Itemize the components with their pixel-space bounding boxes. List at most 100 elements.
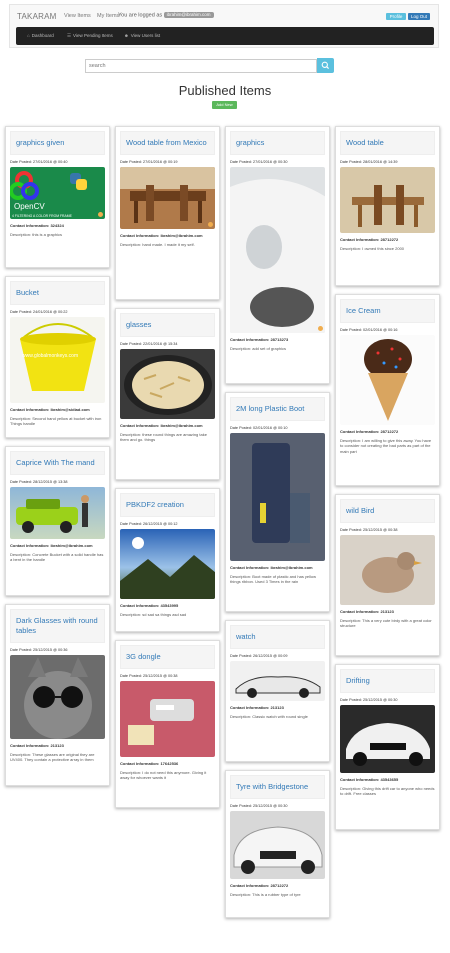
item-image[interactable] xyxy=(120,349,215,419)
item-title[interactable]: Wood table from Mexico xyxy=(126,138,207,147)
cat-glasses-picture xyxy=(24,657,92,739)
car-closeup-picture xyxy=(230,179,325,333)
item-title-box: Drifting xyxy=(340,669,435,693)
item-title[interactable]: 3G dongle xyxy=(126,652,161,661)
item-title-box: Ice Cream xyxy=(340,299,435,323)
item-date: Date Posted: 25/12/2015 @ 00:30 xyxy=(340,698,398,702)
item-contact: Contact Information: 213123 xyxy=(230,705,284,710)
zoom-badge-icon[interactable] xyxy=(208,222,213,227)
item-description: Description: these round things are amaz… xyxy=(120,431,207,443)
zoom-badge-icon[interactable] xyxy=(318,326,323,331)
item-card[interactable]: watch Date Posted: 26/12/2015 @ 00:09 Co… xyxy=(225,620,330,762)
subnav-users-list[interactable]: ☻ View Users list xyxy=(124,33,160,38)
item-title[interactable]: wild Bird xyxy=(346,506,374,515)
item-contact: Contact Information: 324324 xyxy=(10,223,64,228)
item-contact: Contact Information: 17642536 xyxy=(120,761,179,766)
item-image[interactable] xyxy=(340,167,435,233)
item-contact: Contact Information: 28712272 xyxy=(340,429,399,434)
profile-button[interactable]: Profile xyxy=(386,13,406,20)
items-column-3: graphics Date Posted: 27/01/2016 @ 00:30… xyxy=(225,126,330,926)
item-title[interactable]: Wood table xyxy=(346,138,384,147)
item-title[interactable]: PBKDF2 creation xyxy=(126,500,184,509)
item-image[interactable] xyxy=(10,487,105,539)
subnav-dashboard[interactable]: ⌂ Dashboard xyxy=(27,33,54,38)
item-image[interactable] xyxy=(230,167,325,333)
item-title[interactable]: Dark Glasses with round tables xyxy=(16,616,98,635)
list-icon: ☰ xyxy=(67,33,72,38)
item-title[interactable]: graphics given xyxy=(16,138,64,147)
item-title[interactable]: 2M long Plastic Boot xyxy=(236,404,304,413)
item-card[interactable]: Tyre with Bridgestone Date Posted: 25/12… xyxy=(225,770,330,918)
item-image[interactable] xyxy=(340,705,435,773)
item-date: Date Posted: 27/01/2016 @ 00:40 xyxy=(10,160,68,164)
item-card[interactable]: graphics given Date Posted: 27/01/2016 @… xyxy=(5,126,110,268)
nav-view-items[interactable]: View Items xyxy=(64,13,91,19)
drift-car-picture xyxy=(346,723,430,766)
pasta-picture xyxy=(124,355,212,415)
item-image[interactable] xyxy=(340,535,435,605)
item-image[interactable] xyxy=(230,811,325,879)
top-navbar: TAKARAM View Items My Items You are logg… xyxy=(9,4,439,48)
item-title[interactable]: Drifting xyxy=(346,676,370,685)
item-description: Description: These glasses are original … xyxy=(10,751,95,763)
item-description: Description: Second hand yellow at bucke… xyxy=(10,415,102,427)
item-image[interactable] xyxy=(120,167,215,229)
item-card[interactable]: Dark Glasses with round tables Date Post… xyxy=(5,604,110,786)
item-card[interactable]: PBKDF2 creation Date Posted: 26/12/2015 … xyxy=(115,488,220,632)
item-contact: Contact Information: 43543655 xyxy=(340,777,399,782)
item-title-box: glasses xyxy=(120,313,215,337)
search-input[interactable] xyxy=(85,59,317,73)
item-card[interactable]: Wood table Date Posted: 28/01/2016 @ 14:… xyxy=(335,126,440,286)
zoom-badge-icon[interactable] xyxy=(98,212,103,217)
item-card[interactable]: Drifting Date Posted: 25/12/2015 @ 00:30… xyxy=(335,664,440,830)
item-image[interactable]: www.globalmonkeys.com xyxy=(10,317,105,403)
item-contact: Contact Information: ibrahim@ibrahim.com xyxy=(120,233,203,238)
item-title[interactable]: glasses xyxy=(126,320,151,329)
search-button[interactable] xyxy=(317,58,334,73)
item-card[interactable]: 2M long Plastic Boot Date Posted: 02/01/… xyxy=(225,392,330,612)
item-image[interactable] xyxy=(230,433,325,561)
item-title-box: 2M long Plastic Boot xyxy=(230,397,325,421)
dashboard-icon: ⌂ xyxy=(27,33,30,38)
item-contact: Contact Information: ibrahim@ibrahim.com xyxy=(10,543,93,548)
item-title[interactable]: Bucket xyxy=(16,288,39,297)
item-card[interactable]: graphics Date Posted: 27/01/2016 @ 00:30… xyxy=(225,126,330,384)
item-date: Date Posted: 25/12/2015 @ 00:38 xyxy=(120,674,178,678)
item-contact: Contact Information: 213123 xyxy=(10,743,64,748)
item-image[interactable]: OpenCV 4 FILTERING A COLOR FROM FRAME xyxy=(10,167,105,219)
item-card[interactable]: 3G dongle Date Posted: 25/12/2015 @ 00:3… xyxy=(115,640,220,808)
item-date: Date Posted: 25/12/2015 @ 00:30 xyxy=(230,804,288,808)
subnav-pending-items[interactable]: ☰ View Pending Items xyxy=(67,33,113,39)
add-new-button[interactable]: Add New xyxy=(212,101,237,109)
item-title[interactable]: Ice Cream xyxy=(346,306,381,315)
item-title[interactable]: Caprice With The mand xyxy=(16,458,95,467)
subnav-users-label: View Users list xyxy=(130,33,161,38)
item-title-box: PBKDF2 creation xyxy=(120,493,215,517)
item-image[interactable] xyxy=(10,655,105,739)
nav-my-items[interactable]: My Items xyxy=(97,13,119,19)
item-title[interactable]: Tyre with Bridgestone xyxy=(236,782,308,791)
item-image[interactable] xyxy=(340,335,435,425)
brand-logo[interactable]: TAKARAM xyxy=(17,12,56,21)
item-card[interactable]: Bucket Date Posted: 24/01/2016 @ 00:22 w… xyxy=(5,276,110,438)
logout-button[interactable]: Log Out xyxy=(408,13,430,20)
logged-in-label: You are logged as xyxy=(118,12,163,19)
item-card[interactable]: Caprice With The mand Date Posted: 28/12… xyxy=(5,446,110,596)
item-card[interactable]: Ice Cream Date Posted: 02/01/2016 @ 00:1… xyxy=(335,294,440,486)
items-column-2: Wood table from Mexico Date Posted: 27/0… xyxy=(115,126,220,816)
ice-cream-picture xyxy=(364,339,412,421)
logged-in-text: You are logged as ibrahim@ibrahim.com xyxy=(118,12,214,18)
dining-table-picture xyxy=(352,185,424,227)
item-description: Description: this is a graphics xyxy=(10,231,63,237)
item-title[interactable]: graphics xyxy=(236,138,264,147)
item-card[interactable]: glasses Date Posted: 22/01/2016 @ 15:34 … xyxy=(115,308,220,480)
item-image[interactable] xyxy=(120,529,215,599)
item-date: Date Posted: 26/12/2015 @ 00:09 xyxy=(230,654,288,658)
item-image[interactable] xyxy=(120,681,215,757)
item-card[interactable]: wild Bird Date Posted: 25/12/2015 @ 00:3… xyxy=(335,494,440,656)
item-date: Date Posted: 27/01/2016 @ 00:19 xyxy=(120,160,178,164)
item-card[interactable]: Wood table from Mexico Date Posted: 27/0… xyxy=(115,126,220,300)
item-title-box: Dark Glasses with round tables xyxy=(10,609,105,643)
item-title[interactable]: watch xyxy=(236,632,256,641)
item-image[interactable] xyxy=(230,661,325,701)
